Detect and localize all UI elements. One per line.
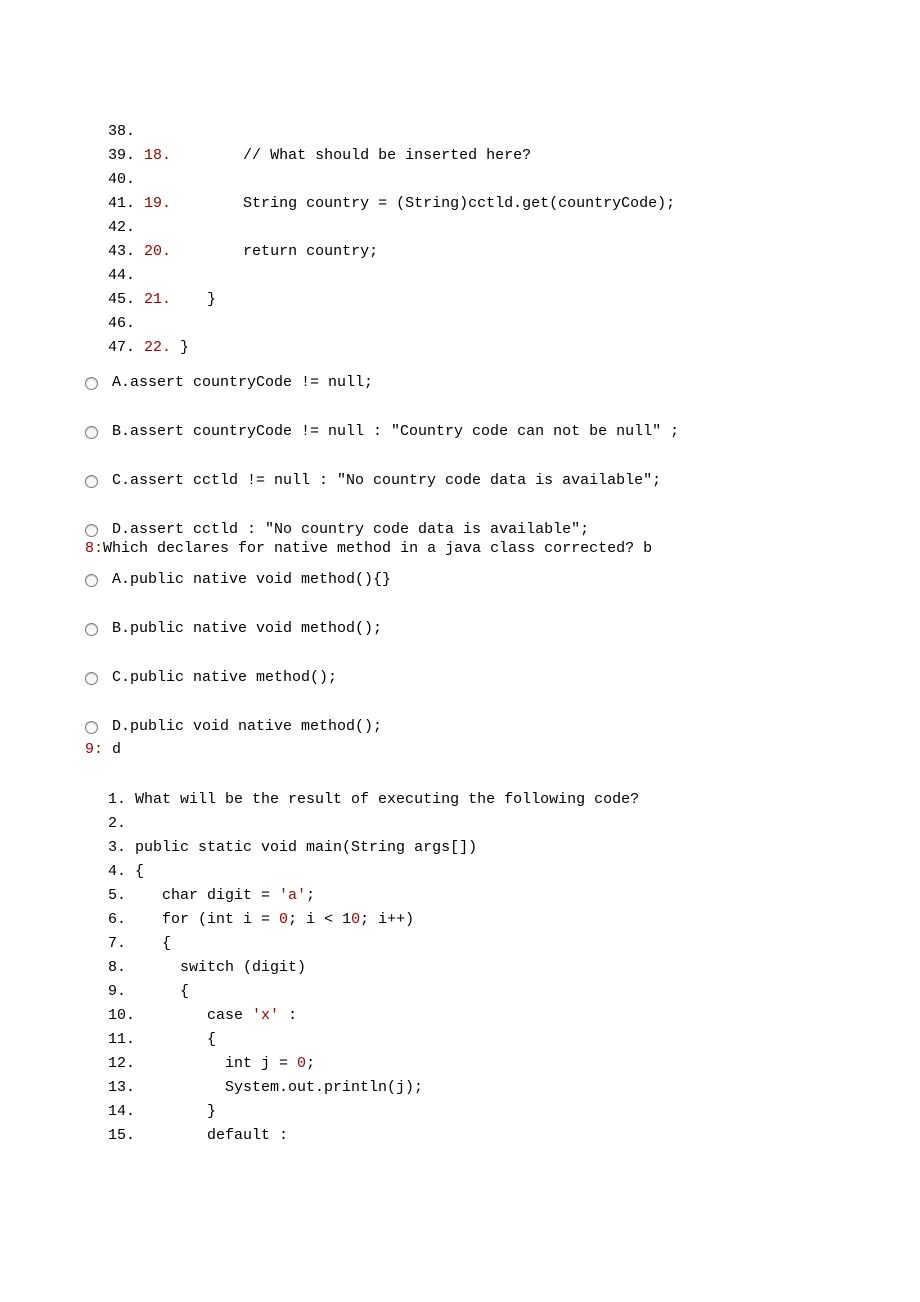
code-line: 1. What will be the result of executing … [108, 788, 920, 812]
code-block-1: 38.39. 18. // What should be inserted he… [0, 120, 920, 360]
radio-icon[interactable] [85, 623, 98, 636]
code-line: 44. [108, 264, 920, 288]
code-line: 43. 20. return country; [108, 240, 920, 264]
code-line: 15. default : [108, 1124, 920, 1148]
code-line: 3. public static void main(String args[]… [108, 836, 920, 860]
option-text: B.assert countryCode != null : "Country … [112, 423, 679, 440]
q8-text: Which declares for native method in a ja… [103, 540, 652, 557]
code-line: 14. } [108, 1100, 920, 1124]
code-line: 2. [108, 812, 920, 836]
option-text: A.public native void method(){} [112, 571, 391, 588]
question-9-line: 9: d [0, 741, 920, 758]
code-line: 45. 21. } [108, 288, 920, 312]
q9-number: 9: [85, 741, 103, 758]
option-row: B.public native void method(); [85, 620, 920, 637]
option-row: C.assert cctld != null : "No country cod… [85, 472, 920, 489]
option-row: C.public native method(); [85, 669, 920, 686]
code-line: 4. { [108, 860, 920, 884]
option-row: A.assert countryCode != null; [85, 374, 920, 391]
option-text: D.public void native method(); [112, 718, 382, 735]
radio-icon[interactable] [85, 524, 98, 537]
option-text: C.assert cctld != null : "No country cod… [112, 472, 661, 489]
options-q8: A.public native void method(){} B.public … [0, 571, 920, 735]
radio-icon[interactable] [85, 475, 98, 488]
code-line: 38. [108, 120, 920, 144]
option-row: B.assert countryCode != null : "Country … [85, 423, 920, 440]
code-line: 7. { [108, 932, 920, 956]
option-row: D.assert cctld : "No country code data i… [85, 521, 920, 538]
option-text: B.public native void method(); [112, 620, 382, 637]
question-8-line: 8:Which declares for native method in a … [0, 540, 920, 557]
code-line: 5. char digit = 'a'; [108, 884, 920, 908]
code-line: 40. [108, 168, 920, 192]
options-q7: A.assert countryCode != null; B.assert co… [0, 374, 920, 538]
code-line: 9. { [108, 980, 920, 1004]
code-line: 47. 22. } [108, 336, 920, 360]
option-row: D.public void native method(); [85, 718, 920, 735]
q8-number: 8: [85, 540, 103, 557]
code-line: 39. 18. // What should be inserted here? [108, 144, 920, 168]
q9-text: d [103, 741, 121, 758]
radio-icon[interactable] [85, 426, 98, 439]
code-line: 42. [108, 216, 920, 240]
code-line: 12. int j = 0; [108, 1052, 920, 1076]
radio-icon[interactable] [85, 721, 98, 734]
code-line: 13. System.out.println(j); [108, 1076, 920, 1100]
radio-icon[interactable] [85, 377, 98, 390]
code-line: 10. case 'x' : [108, 1004, 920, 1028]
code-line: 46. [108, 312, 920, 336]
radio-icon[interactable] [85, 574, 98, 587]
option-text: C.public native method(); [112, 669, 337, 686]
code-line: 41. 19. String country = (String)cctld.g… [108, 192, 920, 216]
code-line: 11. { [108, 1028, 920, 1052]
code-line: 6. for (int i = 0; i < 10; i++) [108, 908, 920, 932]
option-text: D.assert cctld : "No country code data i… [112, 521, 589, 538]
radio-icon[interactable] [85, 672, 98, 685]
code-line: 8. switch (digit) [108, 956, 920, 980]
code-block-2: 1. What will be the result of executing … [0, 788, 920, 1148]
option-text: A.assert countryCode != null; [112, 374, 373, 391]
option-row: A.public native void method(){} [85, 571, 920, 588]
